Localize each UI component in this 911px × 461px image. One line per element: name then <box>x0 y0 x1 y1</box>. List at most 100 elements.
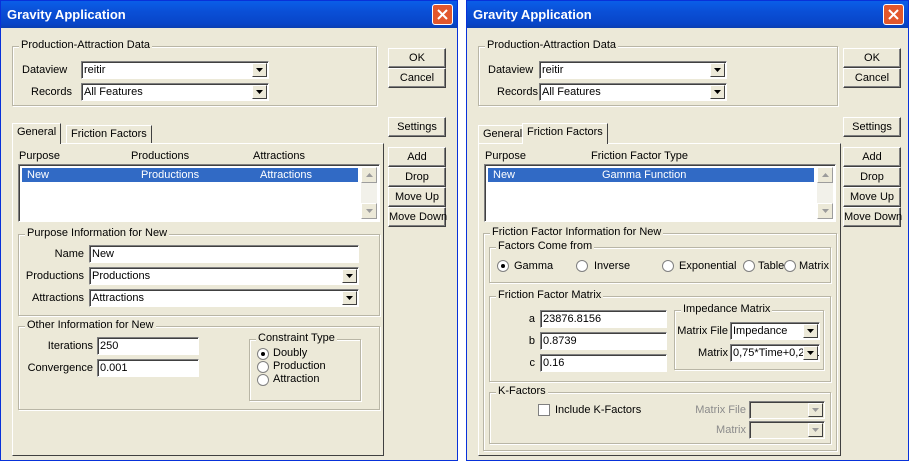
move-down-button[interactable]: Move Down <box>843 207 902 227</box>
dataview-select[interactable]: reitir <box>539 61 727 79</box>
tab-general[interactable]: General <box>12 123 62 144</box>
production-attraction-group: Production-Attraction Data Dataview reit… <box>12 39 377 106</box>
chevron-down-icon[interactable] <box>252 63 267 77</box>
records-select[interactable]: All Features <box>81 83 269 101</box>
cancel-button[interactable]: Cancel <box>843 68 901 88</box>
column-header-attractions: Attractions <box>253 150 305 162</box>
other-information-group: Other Information for New Iterations 250… <box>18 319 380 410</box>
radio-table[interactable] <box>743 260 755 272</box>
c-field[interactable]: 0.16 <box>540 354 667 372</box>
attractions-select[interactable]: Attractions <box>89 289 359 307</box>
cancel-button[interactable]: Cancel <box>388 68 446 88</box>
radio-label-inverse: Inverse <box>594 260 631 272</box>
radio-label-production: Production <box>273 360 326 372</box>
scroll-down-button[interactable] <box>361 203 377 219</box>
chevron-down-icon[interactable] <box>710 63 725 77</box>
chevron-down-icon[interactable] <box>342 291 357 305</box>
group-title: Production-Attraction Data <box>485 39 619 51</box>
scroll-up-button[interactable] <box>361 167 377 183</box>
name-field[interactable]: New <box>89 245 359 263</box>
gravity-window-general: Gravity Application Production-Attractio… <box>0 0 458 461</box>
chevron-down-icon[interactable] <box>803 346 818 360</box>
title-bar[interactable]: Gravity Application <box>1 1 457 28</box>
friction-factor-information-group: Friction Factor Information for New Fact… <box>483 226 837 451</box>
dataview-select[interactable]: reitir <box>81 61 269 79</box>
dialog-body: Production-Attraction Data Dataview reit… <box>470 28 905 457</box>
matrix-label: Matrix <box>698 347 728 359</box>
dialog-body: Production-Attraction Data Dataview reit… <box>4 28 454 457</box>
attractions-label: Attractions <box>32 292 84 304</box>
chevron-down-icon[interactable] <box>342 269 357 283</box>
add-button[interactable]: Add <box>388 147 446 167</box>
purpose-list[interactable]: New Gamma Function <box>484 164 836 222</box>
settings-button[interactable]: Settings <box>388 117 446 137</box>
tab-friction-factors[interactable]: Friction Factors <box>522 123 608 144</box>
group-title: Other Information for New <box>25 319 156 331</box>
iterations-label: Iterations <box>47 340 93 352</box>
radio-production[interactable] <box>257 361 269 373</box>
chevron-down-icon <box>366 209 373 213</box>
group-title: Friction Factor Information for New <box>490 226 664 238</box>
tab-friction-factors[interactable]: Friction Factors <box>66 125 152 144</box>
tab-general[interactable]: General <box>478 125 528 144</box>
productions-select[interactable]: Productions <box>89 267 359 285</box>
records-select[interactable]: All Features <box>539 83 727 101</box>
column-header-purpose: Purpose <box>485 150 526 162</box>
radio-gamma[interactable] <box>497 260 509 272</box>
radio-attraction[interactable] <box>257 374 269 386</box>
radio-matrix[interactable] <box>784 260 796 272</box>
group-title: Factors Come from <box>496 240 595 252</box>
friction-factor-matrix-group: Friction Factor Matrix a 23876.8156 b 0.… <box>489 289 831 382</box>
matrix-select[interactable]: 0,75*Time+0,25*Length <box>730 344 820 362</box>
window-title: Gravity Application <box>7 7 126 22</box>
matrix-file-select[interactable]: Impedance <box>730 322 820 340</box>
purpose-list[interactable]: New Productions Attractions <box>18 164 380 222</box>
radio-inverse[interactable] <box>576 260 588 272</box>
window-title: Gravity Application <box>473 7 592 22</box>
list-scrollbar[interactable] <box>361 167 377 219</box>
chevron-down-icon[interactable] <box>252 85 267 99</box>
list-scrollbar[interactable] <box>817 167 833 219</box>
scroll-down-button[interactable] <box>817 203 833 219</box>
title-bar[interactable]: Gravity Application <box>467 1 908 28</box>
k-matrix-select[interactable] <box>749 421 825 439</box>
ok-button[interactable]: OK <box>843 48 901 68</box>
impedance-matrix-group: Impedance Matrix Matrix File Impedance M… <box>674 303 824 370</box>
productions-label: Productions <box>25 270 84 282</box>
move-up-button[interactable]: Move Up <box>843 187 901 207</box>
group-title: K-Factors <box>496 385 548 397</box>
list-item[interactable]: New Productions Attractions <box>22 168 358 182</box>
list-item[interactable]: New Gamma Function <box>488 168 814 182</box>
chevron-down-icon[interactable] <box>710 85 725 99</box>
close-button[interactable] <box>432 4 453 25</box>
k-matrix-file-label: Matrix File <box>695 404 746 416</box>
k-matrix-file-select[interactable] <box>749 401 825 419</box>
move-up-button[interactable]: Move Up <box>388 187 446 207</box>
column-header-productions: Productions <box>131 150 190 162</box>
scroll-up-button[interactable] <box>817 167 833 183</box>
drop-button[interactable]: Drop <box>843 167 901 187</box>
radio-label-doubly: Doubly <box>273 347 308 359</box>
radio-label-matrix: Matrix <box>799 260 829 272</box>
radio-doubly[interactable] <box>257 348 269 360</box>
tab-panel: Purpose Friction Factor Type New Gamma F… <box>478 143 841 456</box>
group-title: Constraint Type <box>256 332 337 344</box>
settings-button[interactable]: Settings <box>843 117 901 137</box>
b-label: b <box>528 335 535 347</box>
production-attraction-group: Production-Attraction Data Dataview reit… <box>478 39 838 106</box>
close-button[interactable] <box>883 4 904 25</box>
records-label: Records <box>497 86 538 98</box>
move-down-button[interactable]: Move Down <box>388 207 447 227</box>
include-k-factors-checkbox[interactable] <box>538 404 550 416</box>
add-button[interactable]: Add <box>843 147 901 167</box>
ok-button[interactable]: OK <box>388 48 446 68</box>
b-field[interactable]: 0.8739 <box>540 332 667 350</box>
group-title: Friction Factor Matrix <box>496 289 604 301</box>
chevron-down-icon[interactable] <box>803 324 818 338</box>
drop-button[interactable]: Drop <box>388 167 446 187</box>
radio-exponential[interactable] <box>662 260 674 272</box>
a-field[interactable]: 23876.8156 <box>540 310 667 328</box>
gravity-window-friction-factors: Gravity Application Production-Attractio… <box>466 0 909 461</box>
convergence-field[interactable]: 0.001 <box>97 359 199 377</box>
iterations-field[interactable]: 250 <box>97 337 199 355</box>
